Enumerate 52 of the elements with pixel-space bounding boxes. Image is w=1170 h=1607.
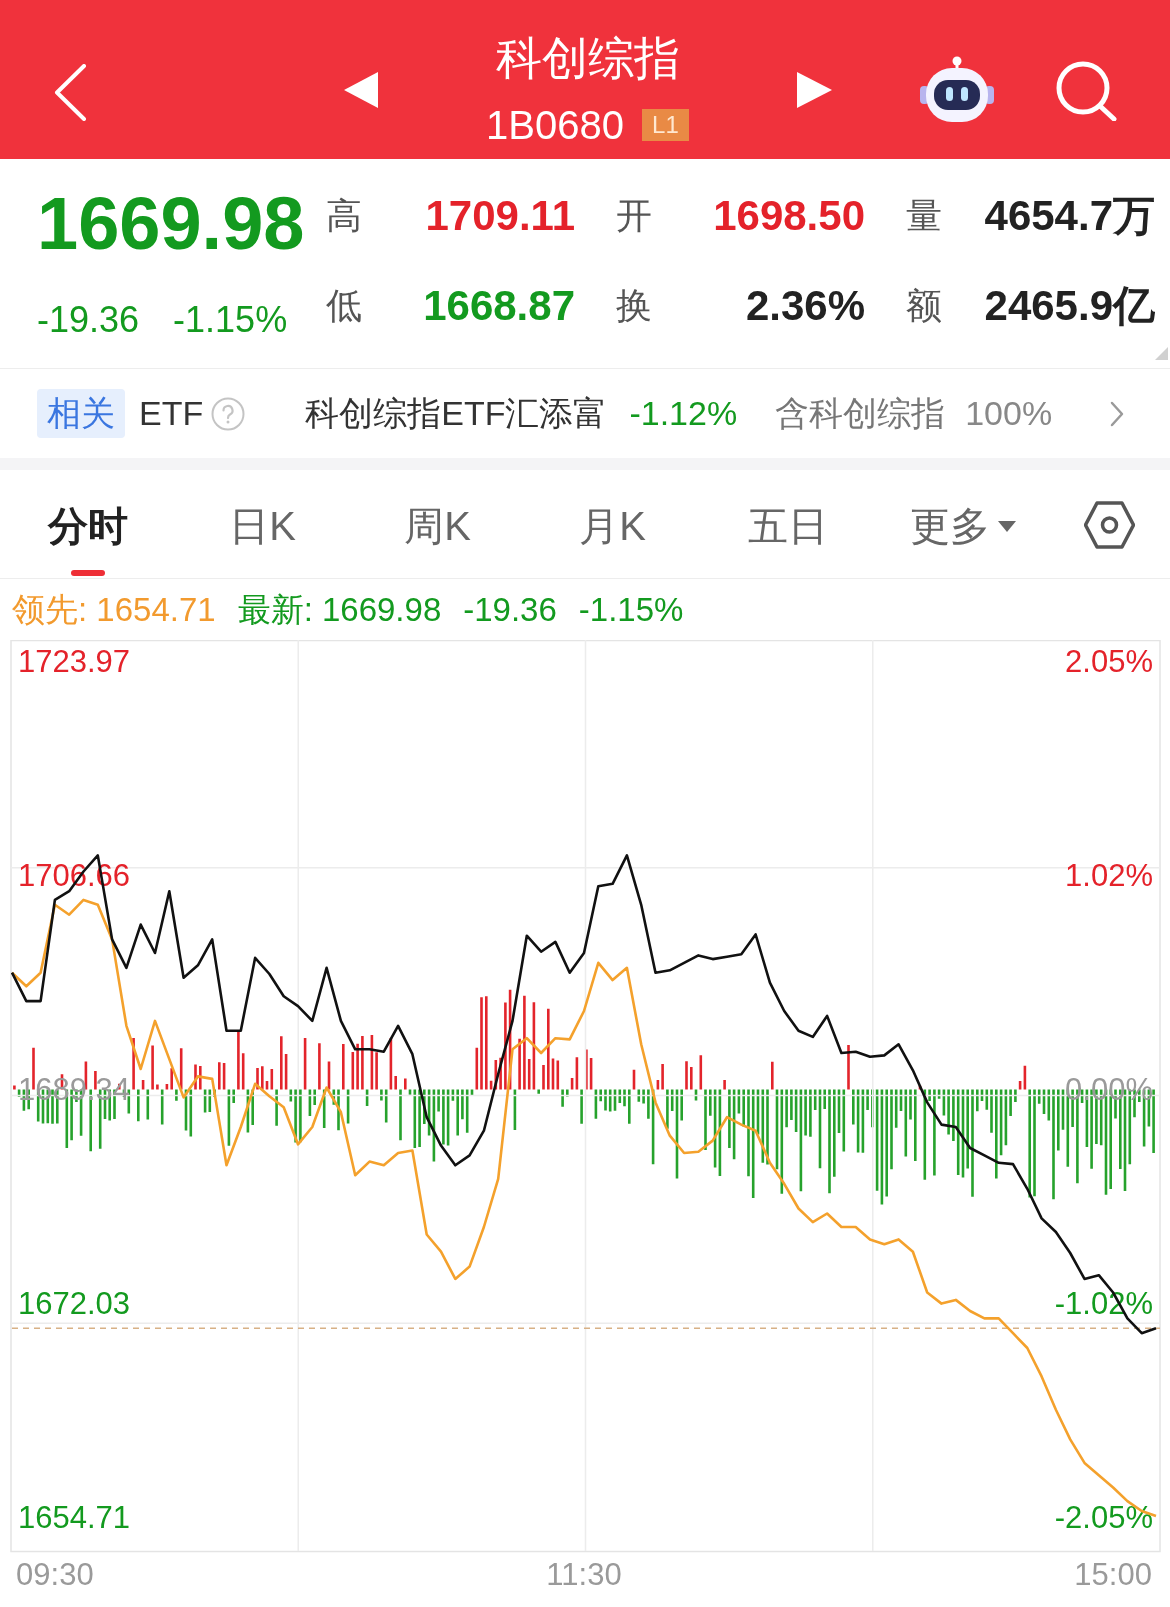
last-price: 1669.98 bbox=[37, 184, 306, 264]
legend-value: -19.36 bbox=[463, 589, 557, 630]
fund-change: -1.12% bbox=[629, 393, 738, 434]
holding-percent: 100% bbox=[965, 393, 1053, 434]
legend-value: 领先: 1654.71 bbox=[12, 589, 216, 630]
back-icon[interactable] bbox=[53, 64, 87, 121]
chart-tab[interactable]: 分时 bbox=[0, 470, 175, 578]
chart-tab[interactable]: 更多 bbox=[875, 470, 1050, 578]
stat-value: 2.36% bbox=[745, 282, 865, 330]
index-code: 1B0680 bbox=[486, 103, 624, 147]
stat-value: 1709.11 bbox=[425, 192, 575, 240]
stat-value: 1668.87 bbox=[423, 282, 575, 330]
y-axis-label: 1723.97 bbox=[18, 644, 131, 680]
caret-down-icon bbox=[997, 520, 1016, 532]
stat-value: 2465.9亿 bbox=[984, 282, 1155, 330]
fund-name[interactable]: 科创综指ETF汇添富 bbox=[305, 388, 608, 439]
time-axis-label: 15:00 bbox=[1074, 1557, 1152, 1592]
related-tag: 相关 bbox=[37, 389, 125, 438]
stat-label: 高 bbox=[326, 194, 362, 238]
price-change: -19.36 bbox=[37, 300, 140, 340]
percent-axis-label: 2.05% bbox=[1065, 644, 1153, 680]
legend-value: 最新: 1669.98 bbox=[237, 589, 442, 630]
time-axis-label: 11:30 bbox=[546, 1557, 622, 1592]
chart-tab[interactable]: 周K bbox=[350, 470, 525, 578]
holding-label: 含科创综指 bbox=[775, 393, 946, 434]
y-axis-label: 1654.71 bbox=[18, 1499, 131, 1535]
percent-axis-label: 1.02% bbox=[1065, 858, 1153, 894]
percent-axis-label: -2.05% bbox=[1054, 1499, 1153, 1535]
stat-label: 低 bbox=[326, 284, 362, 328]
y-axis-label: 1672.03 bbox=[18, 1285, 131, 1321]
search-icon[interactable] bbox=[1055, 61, 1117, 121]
chart-tab[interactable]: 月K bbox=[525, 470, 700, 578]
chevron-right-icon[interactable] bbox=[1110, 400, 1124, 427]
level-badge: L1 bbox=[641, 109, 689, 141]
percent-change: -1.15% bbox=[173, 300, 288, 340]
chart-tab[interactable]: 日K bbox=[175, 470, 350, 578]
stat-label: 量 bbox=[906, 194, 942, 238]
chart-tab[interactable]: 五日 bbox=[700, 470, 875, 578]
stat-value: 4654.7万 bbox=[984, 192, 1155, 240]
stat-label: 换 bbox=[616, 284, 652, 328]
index-title: 科创综指 bbox=[495, 31, 680, 86]
tab-underline-indicator bbox=[70, 570, 105, 576]
stat-label: 额 bbox=[906, 284, 942, 328]
time-axis-label: 09:30 bbox=[16, 1557, 94, 1592]
etf-label: ETF bbox=[139, 393, 204, 434]
stat-label: 开 bbox=[616, 194, 652, 238]
legend-value: -1.15% bbox=[578, 589, 684, 630]
robot-icon[interactable] bbox=[920, 56, 994, 123]
right-triangle-icon[interactable] bbox=[797, 72, 832, 108]
stat-value: 1698.50 bbox=[713, 192, 865, 240]
settings-icon[interactable] bbox=[1084, 501, 1135, 549]
left-triangle-icon[interactable] bbox=[344, 72, 378, 108]
